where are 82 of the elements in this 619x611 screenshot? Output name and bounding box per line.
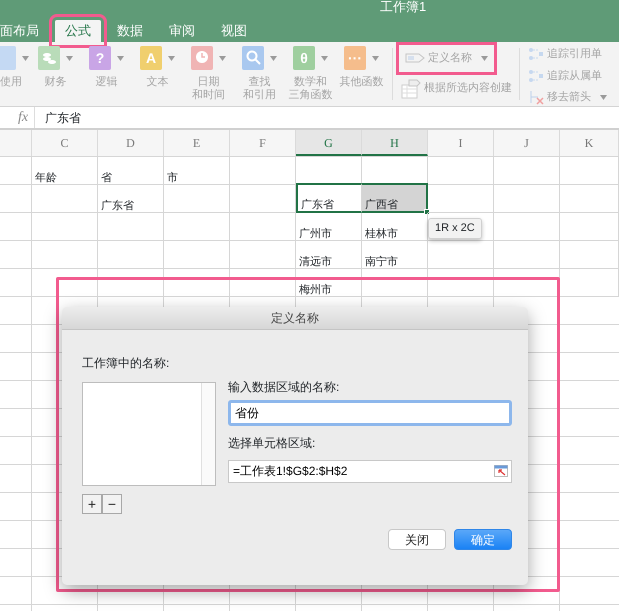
- table-cell: 南宁市: [362, 241, 428, 269]
- button-label: 三角函数: [288, 89, 332, 102]
- table-cell: 梅州市: [296, 269, 362, 297]
- function-button[interactable]: ? 逻辑: [81, 42, 132, 106]
- button-label: 文本: [146, 76, 168, 89]
- column-header[interactable]: K: [560, 130, 619, 156]
- function-button[interactable]: θ 数学和 三角函数: [285, 42, 336, 106]
- function-button[interactable]: ··· 其他函数: [336, 42, 387, 106]
- button-label: 日期: [198, 76, 220, 89]
- column-header[interactable]: J: [494, 130, 560, 156]
- function-icon: ?: [89, 46, 111, 70]
- column-header[interactable]: C: [32, 130, 98, 156]
- dialog-title: 定义名称: [62, 307, 528, 330]
- column-header[interactable]: H: [362, 130, 428, 156]
- column-header[interactable]: I: [428, 130, 494, 156]
- button-label: 和时间: [192, 89, 225, 102]
- button-label: 查找: [248, 76, 270, 89]
- define-name-button[interactable]: 定义名称: [402, 48, 491, 68]
- table-cell: 广东省: [98, 185, 164, 213]
- ribbon-tab[interactable]: 公式: [55, 20, 101, 42]
- caret-icon: [321, 56, 328, 60]
- range-label: 选择单元格区域:: [228, 435, 316, 452]
- fx-label: fx: [18, 107, 36, 128]
- caret-icon: [117, 56, 124, 60]
- function-icon: ···: [344, 46, 366, 70]
- remove-arrows-button[interactable]: 移去箭头: [525, 87, 610, 106]
- table-cell: 年龄: [32, 157, 98, 185]
- close-button[interactable]: 关闭: [388, 529, 446, 550]
- caret-icon: [219, 56, 226, 60]
- size-tooltip: 1R x 2C: [428, 218, 482, 238]
- tag-icon: [405, 52, 425, 64]
- range-picker-icon[interactable]: [494, 465, 508, 477]
- add-button[interactable]: +: [82, 494, 102, 514]
- table-cell: 清远市: [296, 241, 362, 269]
- button-label: 财务: [44, 76, 66, 89]
- function-button[interactable]: 日期 和时间: [183, 42, 234, 106]
- caret-icon: [481, 56, 488, 61]
- caret-icon: [22, 56, 28, 60]
- button-label: 使用: [0, 76, 22, 89]
- function-button[interactable]: 查找 和引用: [234, 42, 285, 106]
- column-header[interactable]: E: [164, 130, 230, 156]
- button-label: 逻辑: [96, 76, 118, 89]
- ribbon-tab[interactable]: 视图: [211, 20, 257, 42]
- trace-arrows-icon: [528, 46, 544, 62]
- caret-icon: [372, 56, 379, 60]
- column-header[interactable]: G: [296, 130, 362, 156]
- trace-precedents-button[interactable]: 追踪引用单: [525, 44, 605, 64]
- name-input[interactable]: 省份: [228, 400, 512, 426]
- button-label: 和引用: [243, 89, 276, 102]
- window-title: 工作簿1: [380, 0, 426, 14]
- ok-button[interactable]: 确定: [454, 529, 512, 550]
- ribbon-tab[interactable]: 审阅: [159, 20, 205, 42]
- button-label: 数学和: [294, 76, 327, 89]
- function-icon: A: [140, 46, 162, 70]
- function-button[interactable]: 使用: [0, 42, 30, 106]
- ribbon-tab[interactable]: 面布局: [0, 20, 49, 42]
- names-list[interactable]: [82, 382, 216, 486]
- trace-dependents-button[interactable]: 追踪从属单: [525, 66, 605, 86]
- caret-icon: [600, 94, 607, 100]
- button-label: 其他函数: [340, 76, 384, 89]
- trace-arrows-icon: [528, 68, 544, 84]
- formula-content: 广东省: [45, 110, 82, 126]
- column-header[interactable]: D: [98, 130, 164, 156]
- caret-icon: [168, 56, 175, 60]
- table-cell: 广州市: [296, 213, 362, 241]
- create-from-selection-button[interactable]: 根据所选内容创建: [398, 76, 515, 100]
- table-cell: 广西省: [362, 183, 428, 213]
- remove-button[interactable]: −: [102, 494, 122, 514]
- list-label: 工作簿中的名称:: [82, 355, 170, 372]
- range-input[interactable]: =工作表1!$G$2:$H$2: [228, 460, 512, 483]
- remove-arrows-icon: [528, 89, 544, 106]
- caret-icon: [270, 56, 277, 60]
- function-icon: θ: [293, 46, 315, 70]
- ribbon-tab[interactable]: 数据: [107, 20, 153, 42]
- table-cell: 省: [98, 157, 164, 185]
- function-button[interactable]: 财务: [30, 42, 81, 106]
- table-cell: 市: [164, 157, 230, 185]
- name-label: 输入数据区域的名称:: [228, 379, 340, 396]
- table-tag-icon: [401, 78, 421, 98]
- caret-icon: [66, 56, 73, 60]
- function-button[interactable]: A 文本: [132, 42, 183, 106]
- scrollbar[interactable]: [201, 383, 215, 485]
